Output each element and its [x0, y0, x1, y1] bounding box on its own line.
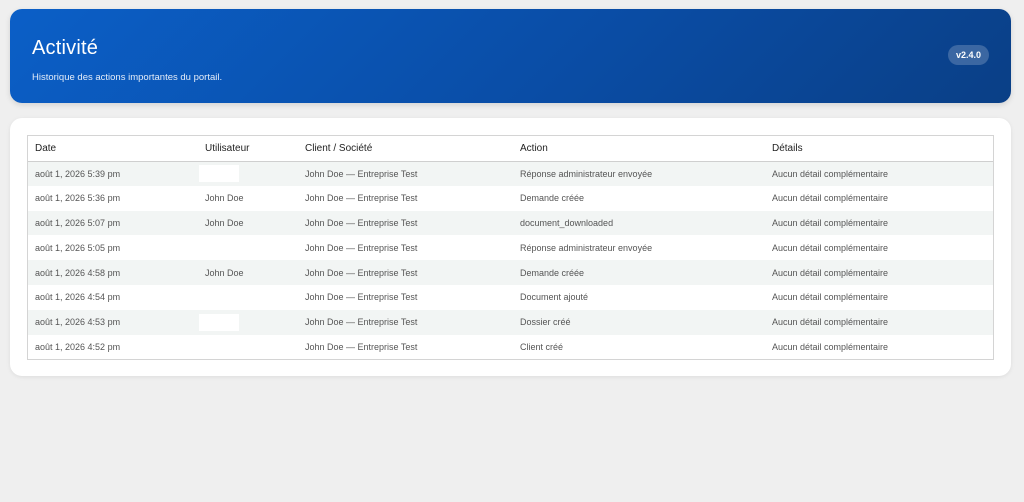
- cell-user: John Doe: [198, 260, 298, 285]
- page-subtitle: Historique des actions importantes du po…: [32, 72, 223, 83]
- cell-details: Aucun détail complémentaire: [765, 260, 993, 285]
- cell-date: août 1, 2026 5:07 pm: [28, 210, 198, 236]
- column-header-client[interactable]: Client / Société: [298, 136, 513, 162]
- version-badge: v2.4.0: [947, 45, 989, 65]
- cell-action: Réponse administrateur envoyée: [513, 161, 765, 186]
- cell-date: août 1, 2026 4:58 pm: [28, 260, 198, 285]
- activity-card: Date Utilisateur Client / Société Action…: [10, 118, 1011, 376]
- cell-client: John Doe — Entreprise Test: [298, 309, 513, 335]
- redacted-user-block: [199, 165, 239, 183]
- table-row: août 1, 2026 5:39 pm John Doe — Entrepris…: [28, 161, 993, 186]
- activity-table: Date Utilisateur Client / Société Action…: [28, 136, 993, 360]
- cell-details: Aucun détail complémentaire: [765, 334, 993, 360]
- cell-date: août 1, 2026 5:39 pm: [28, 161, 198, 186]
- cell-user: [198, 334, 298, 360]
- cell-user: John Doe: [198, 185, 298, 211]
- cell-user: John Doe: [198, 210, 298, 236]
- cell-action: Demande créée: [513, 185, 765, 211]
- cell-date: août 1, 2026 4:53 pm: [28, 309, 198, 335]
- table-row: août 1, 2026 4:52 pm John Doe — Entrepris…: [28, 334, 993, 360]
- cell-action: Document ajouté: [513, 284, 765, 310]
- cell-user: [198, 284, 298, 310]
- cell-date: août 1, 2026 4:54 pm: [28, 284, 198, 310]
- cell-client: John Doe — Entreprise Test: [298, 235, 513, 261]
- cell-user: [198, 161, 298, 186]
- table-row: août 1, 2026 4:53 pm John Doe — Entrepris…: [28, 309, 993, 335]
- cell-details: Aucun détail complémentaire: [765, 161, 993, 186]
- cell-action: Réponse administrateur envoyée: [513, 235, 765, 261]
- cell-client: John Doe — Entreprise Test: [298, 161, 513, 186]
- column-header-details[interactable]: Détails: [765, 136, 993, 162]
- redacted-user-block: [199, 313, 239, 331]
- cell-client: John Doe — Entreprise Test: [298, 210, 513, 236]
- column-header-user[interactable]: Utilisateur: [198, 136, 298, 162]
- column-header-date[interactable]: Date: [28, 136, 198, 162]
- cell-client: John Doe — Entreprise Test: [298, 334, 513, 360]
- cell-details: Aucun détail complémentaire: [765, 210, 993, 236]
- table-row: août 1, 2026 4:58 pm John Doe John Doe — E…: [28, 260, 993, 285]
- table-row: août 1, 2026 5:07 pm John Doe John Doe — E…: [28, 210, 993, 236]
- page-header: Activité Historique des actions importan…: [10, 9, 1011, 103]
- cell-date: août 1, 2026 5:05 pm: [28, 235, 198, 261]
- table-row: août 1, 2026 5:05 pm John Doe — Entrepris…: [28, 235, 993, 261]
- cell-date: août 1, 2026 5:36 pm: [28, 185, 198, 211]
- cell-client: John Doe — Entreprise Test: [298, 284, 513, 310]
- page-title: Activité: [32, 37, 99, 59]
- cell-action: Client créé: [513, 334, 765, 360]
- cell-details: Aucun détail complémentaire: [765, 284, 993, 310]
- cell-date: août 1, 2026 4:52 pm: [28, 334, 198, 360]
- cell-details: Aucun détail complémentaire: [765, 309, 993, 335]
- cell-user: [198, 309, 298, 335]
- cell-action: document_downloaded: [513, 210, 765, 236]
- activity-table-container: Date Utilisateur Client / Société Action…: [27, 135, 994, 361]
- cell-user: [198, 235, 298, 261]
- table-row: août 1, 2026 5:36 pm John Doe John Doe — E…: [28, 185, 993, 211]
- table-header-row: Date Utilisateur Client / Société Action…: [28, 136, 993, 162]
- column-header-action[interactable]: Action: [513, 136, 765, 162]
- cell-details: Aucun détail complémentaire: [765, 235, 993, 261]
- cell-client: John Doe — Entreprise Test: [298, 260, 513, 285]
- cell-client: John Doe — Entreprise Test: [298, 185, 513, 211]
- cell-action: Demande créée: [513, 260, 765, 285]
- table-row: août 1, 2026 4:54 pm John Doe — Entrepris…: [28, 284, 993, 310]
- cell-details: Aucun détail complémentaire: [765, 185, 993, 211]
- cell-action: Dossier créé: [513, 309, 765, 335]
